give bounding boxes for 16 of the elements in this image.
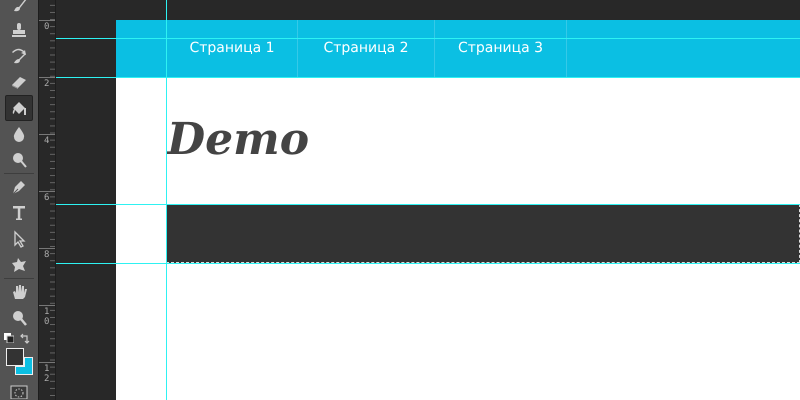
background-swatch[interactable]: [15, 357, 33, 375]
tool-button[interactable]: [5, 95, 33, 121]
type-icon: [10, 204, 28, 222]
default-colors-icon[interactable]: [4, 333, 14, 343]
history-brush-icon: [10, 47, 28, 65]
quick-mask-icon[interactable]: [10, 384, 28, 399]
zoom-icon: [10, 309, 28, 327]
logo-text: Demo: [167, 114, 310, 167]
hand-icon: [10, 283, 28, 301]
paint-bucket-icon: [10, 99, 28, 117]
custom-shape-icon: [10, 256, 28, 274]
swap-icon[interactable]: [20, 332, 30, 344]
pen-icon: [10, 178, 28, 196]
stamp-icon: [10, 21, 28, 39]
dodge-icon: [10, 151, 28, 169]
foreground-swatch[interactable]: [6, 348, 24, 366]
